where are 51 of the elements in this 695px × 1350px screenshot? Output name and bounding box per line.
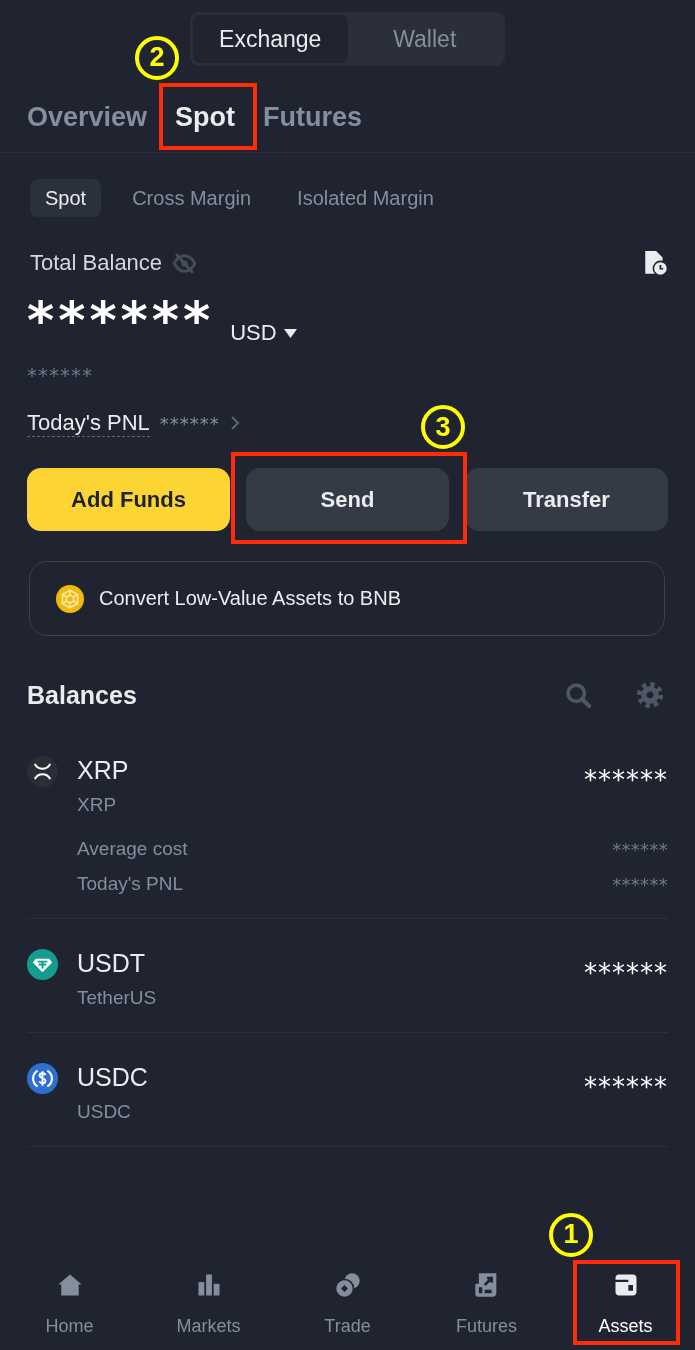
hidden-detail-value: ****** bbox=[612, 873, 668, 895]
hidden-detail-value: ****** bbox=[612, 838, 668, 860]
coin-icon bbox=[27, 1063, 58, 1094]
nav-item[interactable]: Markets bbox=[158, 1263, 259, 1342]
sub-tab[interactable]: Cross Margin bbox=[117, 179, 267, 217]
sub-tab[interactable]: Spot bbox=[30, 179, 102, 217]
hidden-asset-amount: ****** bbox=[584, 959, 668, 987]
coins-icon bbox=[333, 1270, 362, 1299]
search-icon[interactable] bbox=[564, 681, 592, 709]
step-number: 1 bbox=[549, 1212, 593, 1257]
step-number: 2 bbox=[135, 35, 180, 80]
coin-icon bbox=[56, 584, 84, 613]
caret-down-icon bbox=[283, 328, 297, 338]
pnl-label: Today's PNL bbox=[27, 409, 150, 437]
step-number: 3 bbox=[421, 405, 465, 449]
hidden-balance: ****** bbox=[27, 291, 215, 349]
chevron-right-icon[interactable] bbox=[229, 415, 240, 431]
tab[interactable]: Overview bbox=[27, 100, 148, 134]
currency-selector[interactable]: USD bbox=[230, 320, 297, 346]
asset-name: TetherUS bbox=[77, 986, 157, 1010]
convert-banner[interactable]: Convert Low-Value Assets to BNB bbox=[29, 561, 665, 636]
nav-item[interactable]: Trade bbox=[297, 1263, 398, 1342]
segment-tab[interactable]: Wallet bbox=[347, 15, 502, 63]
hidden-asset-amount: ****** bbox=[584, 1073, 668, 1101]
hidden-converted-balance: ****** bbox=[27, 365, 93, 385]
asset-name: USDC bbox=[77, 1100, 131, 1124]
coin-icon bbox=[27, 756, 58, 787]
asset-name: XRP bbox=[77, 793, 117, 817]
asset-symbol: USDT bbox=[77, 949, 146, 977]
tab[interactable]: Futures bbox=[263, 100, 363, 134]
segment-tab[interactable]: Exchange bbox=[193, 15, 348, 63]
eye-off-icon[interactable] bbox=[172, 250, 198, 276]
action-button[interactable]: Transfer bbox=[465, 468, 668, 531]
section-title: Balances bbox=[27, 680, 137, 710]
asset-symbol: USDC bbox=[77, 1063, 148, 1091]
settings-icon[interactable] bbox=[636, 681, 664, 709]
detail-label: Today's PNL bbox=[77, 873, 184, 895]
action-button[interactable]: Send bbox=[246, 468, 449, 531]
nav-item[interactable]: Futures bbox=[436, 1263, 537, 1342]
coin-icon bbox=[27, 949, 58, 980]
nav-item[interactable]: Home bbox=[19, 1263, 120, 1342]
hidden-pnl-value: ****** bbox=[159, 412, 220, 434]
sub-tab[interactable]: Isolated Margin bbox=[282, 179, 449, 217]
tab[interactable]: Spot bbox=[175, 100, 236, 134]
detail-label: Average cost bbox=[77, 838, 188, 860]
action-button[interactable]: Add Funds bbox=[27, 468, 230, 531]
asset-symbol: XRP bbox=[77, 756, 129, 784]
document-clock-icon[interactable] bbox=[642, 250, 668, 276]
nav-item[interactable]: Assets bbox=[575, 1263, 676, 1342]
hidden-asset-amount: ****** bbox=[584, 766, 668, 794]
balance-label: Total Balance bbox=[30, 250, 163, 276]
